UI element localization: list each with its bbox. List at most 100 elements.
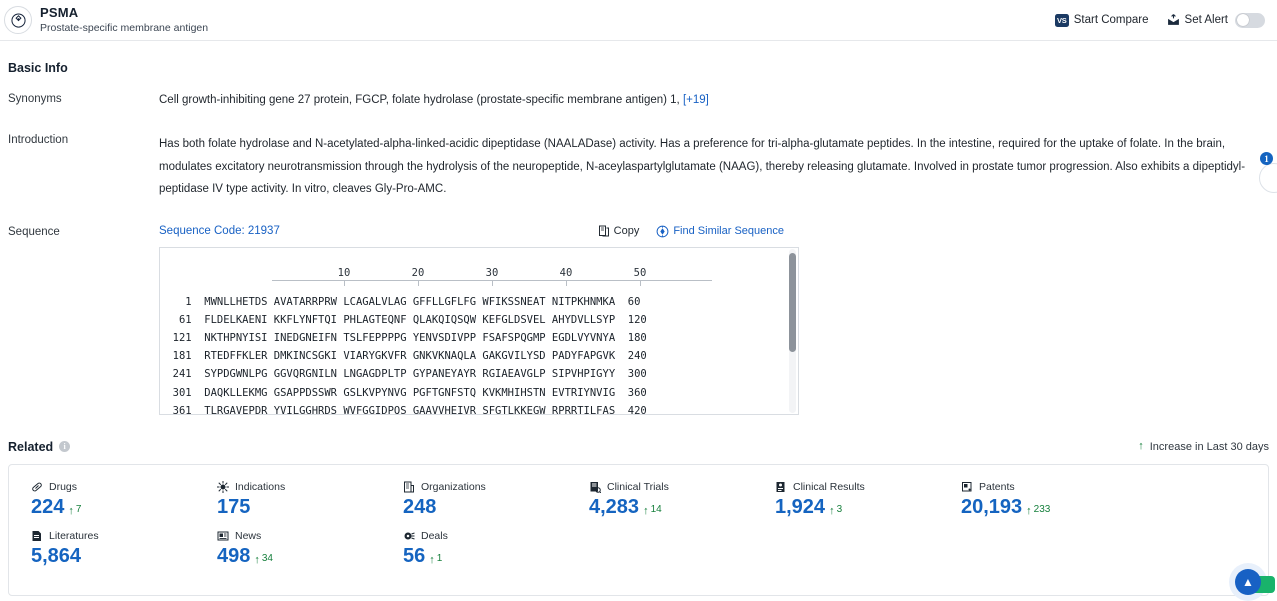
set-alert-label: Set Alert (1185, 14, 1228, 26)
stat-header: Drugs (31, 481, 195, 493)
stat-drugs[interactable]: Drugs224↑7 (9, 481, 195, 517)
stat-value: 175 (217, 497, 250, 517)
stat-delta: ↑14 (643, 507, 662, 517)
stat-delta: ↑34 (254, 556, 273, 566)
sequence-line: 121 NKTHPNYISI INEDGNEIFN TSLFEPPPPG YEN… (160, 329, 798, 347)
stat-clinical-trials[interactable]: Clinical Trials 4,283 ↑14 (567, 481, 753, 517)
stat-header: News (217, 530, 381, 542)
info-icon[interactable]: i (59, 441, 70, 452)
up-arrow-icon: ↑ (829, 507, 835, 517)
find-similar-icon (656, 225, 669, 238)
sequence-viewer: 10 20 30 40 50 1 MWNLLHETDS AVATARRPRW L… (159, 247, 799, 415)
stat-news[interactable]: News 498 ↑34 (195, 530, 381, 566)
stat-header: Clinical Results (775, 481, 939, 493)
stat-indications[interactable]: Indications 175 (195, 481, 381, 517)
vs-icon: VS (1055, 14, 1069, 27)
ruler-tick-label: 10 (338, 267, 351, 279)
related-header: Related i ↑ Increase in Last 30 days (8, 440, 1269, 454)
news-icon (217, 530, 229, 542)
stat-value-row: 1,924↑3 (775, 497, 939, 517)
stat-header: Deals (403, 530, 567, 542)
stat-delta: ↑233 (1026, 507, 1050, 517)
set-alert-control[interactable]: Set Alert (1167, 13, 1265, 28)
stat-label: Organizations (421, 481, 486, 493)
up-arrow-icon: ↑ (68, 507, 74, 517)
copy-sequence-button[interactable]: Copy (598, 225, 640, 237)
stat-value-row: 20,193 ↑233 (961, 497, 1125, 517)
sequence-line: 361 TLRGAVEPDR YVILGGHRDS WVFGGIDPQS GAA… (160, 402, 798, 415)
ruler-tick-mark (344, 281, 345, 286)
introduction-label: Introduction (8, 133, 159, 200)
stat-delta-value: 14 (651, 505, 662, 515)
ruler-tick-mark (492, 281, 493, 286)
up-arrow-icon: ↑ (1138, 441, 1144, 452)
find-similar-sequence-button[interactable]: Find Similar Sequence (656, 225, 784, 238)
stat-header: Clinical Trials (589, 481, 753, 493)
basic-info-heading: Basic Info (8, 61, 1269, 75)
header-title-block: PSMA Prostate-specific membrane antigen (40, 6, 208, 35)
find-similar-label: Find Similar Sequence (673, 225, 784, 237)
stat-label: Clinical Trials (607, 481, 669, 493)
copy-icon (598, 225, 610, 237)
stat-value-row: 224↑7 (31, 497, 195, 517)
stat-label: Drugs (49, 481, 77, 493)
stat-label: News (235, 530, 261, 542)
ruler-tick-label: 40 (560, 267, 573, 279)
sequence-line: 61 FLDELKAENI KKFLYNFTQI PHLAGTEQNF QLAK… (160, 311, 798, 329)
synonyms-value: Cell growth-inhibiting gene 27 protein, … (159, 94, 680, 106)
stat-organizations[interactable]: Organizations 248 (381, 481, 567, 517)
ruler-tick-mark (566, 281, 567, 286)
blue-arrow-icon[interactable]: ▲ (1235, 569, 1261, 595)
stat-patents[interactable]: Patents20,193↑233 (939, 481, 1125, 517)
related-stats-card: Drugs224↑7Indications175Organizations248… (8, 464, 1269, 596)
app-logo (4, 6, 32, 34)
stat-value: 248 (403, 497, 436, 517)
pill-icon (31, 481, 43, 493)
ruler-tick-label: 30 (486, 267, 499, 279)
stat-value-row: 4,283 ↑14 (589, 497, 753, 517)
app-header: PSMA Prostate-specific membrane antigen … (0, 0, 1277, 41)
sequence-line: 241 SYPDGWNLPG GGVQRGNILN LNGAGDPLTP GYP… (160, 365, 798, 383)
sequence-ruler: 10 20 30 40 50 (272, 264, 712, 286)
stat-header: Literatures (31, 530, 195, 542)
stat-literatures[interactable]: Literatures 5,864 (9, 530, 195, 566)
stat-delta-value: 1 (437, 554, 443, 564)
page-subtitle: Prostate-specific membrane antigen (40, 22, 208, 34)
introduction-row: Introduction Has both folate hydrolase a… (8, 133, 1269, 200)
stat-value: 56 (403, 546, 425, 566)
stat-clinical-results[interactable]: Clinical Results 1,924↑3 (753, 481, 939, 517)
stat-value-row: 248 (403, 497, 567, 517)
related-legend-label: Increase in Last 30 days (1150, 441, 1269, 453)
stat-value-row: 56↑1 (403, 546, 567, 566)
up-arrow-icon: ↑ (643, 507, 649, 517)
building-icon (403, 481, 415, 493)
related-legend: ↑ Increase in Last 30 days (1138, 441, 1269, 453)
stat-label: Indications (235, 481, 285, 493)
ruler-tick-mark (640, 281, 641, 286)
start-compare-button[interactable]: VS Start Compare (1055, 14, 1149, 27)
stat-delta-value: 3 (837, 505, 843, 515)
stat-label: Deals (421, 530, 448, 542)
stat-deals[interactable]: Deals 56↑1 (381, 530, 567, 566)
stat-value: 4,283 (589, 497, 639, 517)
up-arrow-icon: ↑ (1026, 507, 1032, 517)
stat-value-row: 498 ↑34 (217, 546, 381, 566)
sequence-row: Sequence Sequence Code: 21937 (8, 225, 1269, 415)
stat-value-row: 5,864 (31, 546, 195, 566)
sequence-scrollbar-thumb[interactable] (789, 253, 796, 352)
clinical-result-icon (775, 481, 787, 493)
synonyms-label: Synonyms (8, 92, 159, 109)
introduction-value: Has both folate hydrolase and N-acetylat… (159, 133, 1269, 200)
set-alert-toggle[interactable] (1235, 13, 1265, 28)
stat-value: 224 (31, 497, 64, 517)
stat-value: 498 (217, 546, 250, 566)
stat-value: 20,193 (961, 497, 1022, 517)
synonyms-more-link[interactable]: [+19] (683, 94, 709, 106)
side-notification-badge[interactable]: 1 (1260, 152, 1273, 165)
start-compare-label: Start Compare (1074, 14, 1149, 26)
deals-icon (403, 530, 415, 542)
sequence-scrollbar[interactable] (789, 249, 796, 413)
sequence-code-link[interactable]: Sequence Code: 21937 (159, 225, 280, 237)
stat-delta-value: 233 (1034, 505, 1051, 515)
page-body: Basic Info Synonyms Cell growth-inhibiti… (0, 61, 1277, 596)
